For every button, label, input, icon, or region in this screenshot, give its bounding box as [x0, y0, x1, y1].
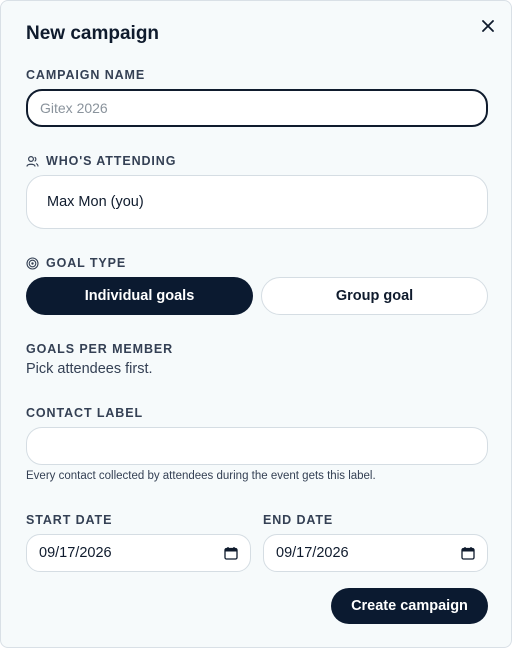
calendar-icon[interactable]: [461, 546, 475, 560]
dialog-title: New campaign: [26, 23, 160, 44]
contact-label-hint: Every contact collected by attendees dur…: [26, 470, 376, 482]
attendee-chip: Max Mon (you): [47, 194, 144, 210]
individual-goals-option[interactable]: Individual goals: [26, 277, 253, 315]
start-date-label: START DATE: [26, 513, 113, 527]
contact-label-label: CONTACT LABEL: [26, 406, 144, 420]
new-campaign-dialog: New campaign CAMPAIGN NAME WHO'S ATTENDI…: [0, 0, 512, 648]
close-button[interactable]: [477, 15, 499, 37]
create-campaign-button[interactable]: Create campaign: [331, 588, 488, 624]
attendees-select[interactable]: Max Mon (you): [26, 175, 488, 229]
target-icon: [26, 256, 39, 270]
goal-type-label: GOAL TYPE: [26, 256, 126, 270]
end-date-input[interactable]: 09/17/2026: [263, 534, 488, 572]
start-date-value: 09/17/2026: [39, 545, 112, 561]
end-date-value: 09/17/2026: [276, 545, 349, 561]
contact-label-input[interactable]: [26, 427, 488, 465]
calendar-icon[interactable]: [224, 546, 238, 560]
users-icon: [26, 155, 39, 168]
goals-per-member-label: GOALS PER MEMBER: [26, 342, 174, 356]
end-date-label: END DATE: [263, 513, 334, 527]
goals-per-member-hint: Pick attendees first.: [26, 361, 153, 377]
start-date-input[interactable]: 09/17/2026: [26, 534, 251, 572]
group-goal-option[interactable]: Group goal: [261, 277, 488, 315]
campaign-name-label: CAMPAIGN NAME: [26, 68, 146, 82]
close-icon: [482, 20, 494, 32]
campaign-name-input[interactable]: [26, 89, 488, 127]
attending-label: WHO'S ATTENDING: [26, 154, 176, 168]
